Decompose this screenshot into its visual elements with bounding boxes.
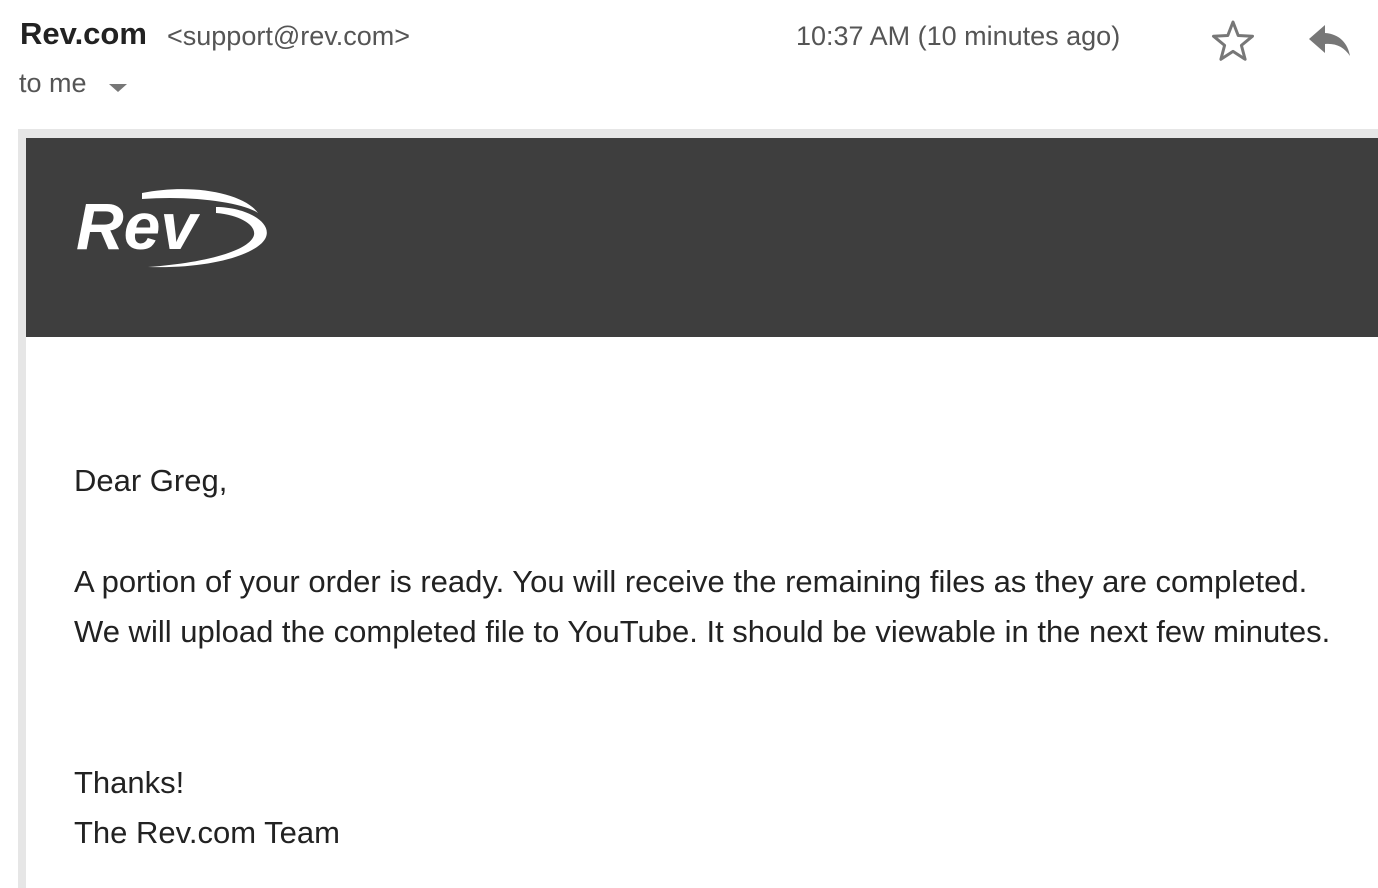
- email-body-frame: Rev Dear Greg, A portion of your order i…: [18, 129, 1378, 888]
- star-icon: [1212, 20, 1254, 61]
- rev-logo: Rev: [76, 189, 267, 268]
- star-button[interactable]: [1210, 18, 1256, 62]
- svg-text:Rev: Rev: [76, 189, 200, 263]
- email-greeting: Dear Greg,: [74, 463, 228, 498]
- recipient-label[interactable]: to me: [19, 68, 87, 99]
- email-banner: Rev: [26, 138, 1378, 337]
- email-signature: The Rev.com Team: [74, 815, 340, 850]
- sender-name[interactable]: Rev.com: [20, 16, 147, 52]
- email-thanks: Thanks!: [74, 765, 185, 800]
- sender-email: <support@rev.com>: [167, 21, 411, 51]
- timestamp: 10:37 AM (10 minutes ago): [796, 21, 1121, 51]
- email-body: Rev Dear Greg, A portion of your order i…: [26, 138, 1378, 888]
- message-header: Rev.com <support@rev.com> 10:37 AM (10 m…: [0, 0, 1378, 130]
- reply-icon: [1309, 25, 1350, 56]
- reply-button[interactable]: [1306, 20, 1352, 62]
- chevron-down-icon[interactable]: [108, 82, 128, 94]
- email-message: A portion of your order is ready. You wi…: [74, 564, 1331, 649]
